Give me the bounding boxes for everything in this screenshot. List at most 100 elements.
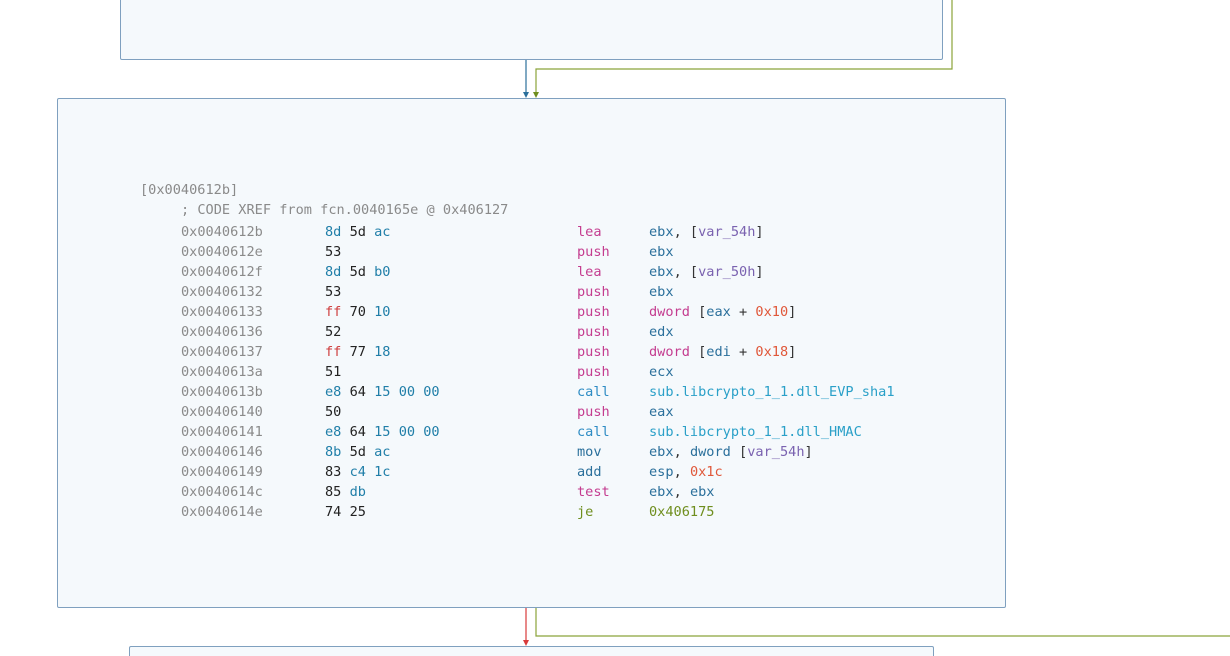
instruction-mnemonic: push <box>577 284 610 300</box>
operand-token: eax <box>649 404 674 420</box>
instruction-address: 0x00406149 <box>181 464 263 480</box>
instruction-address: 0x0040613a <box>181 364 263 380</box>
instruction-bytes: 74 25 <box>325 502 366 522</box>
instruction-address: 0x00406140 <box>181 404 263 420</box>
instruction-bytes: 53 <box>325 242 341 262</box>
opcode-byte: 00 <box>398 384 416 400</box>
instruction-operands: eax <box>649 402 674 422</box>
instruction-mnemonic: push <box>577 404 610 420</box>
opcode-byte: b0 <box>374 264 391 280</box>
opcode-byte: 8d <box>325 264 342 280</box>
instruction-mnemonic: call <box>577 384 610 400</box>
instruction-address: 0x0040612e <box>181 244 263 260</box>
instruction-bytes: 8b 5d ac <box>325 442 391 462</box>
instruction-operands: edx <box>649 322 674 342</box>
opcode-byte: 25 <box>349 504 366 520</box>
operand-token[interactable]: 0x406175 <box>649 504 714 520</box>
instruction-row[interactable]: 0x00406146 8b 5d ac mov ebx, dword [var_54h… <box>0 442 1000 462</box>
edge-false <box>523 608 529 646</box>
operand-token[interactable]: var_50h <box>698 264 755 280</box>
opcode-byte: 5d <box>349 264 366 280</box>
xref-comment: ; CODE XREF from fcn.0040165e @ 0x406127 <box>181 202 509 218</box>
instruction-mnemonic: lea <box>577 264 602 280</box>
instruction-bytes: e8 64 15 00 00 <box>325 382 440 402</box>
disassembly-listing: 0x0040612b 8d 5d ac lea ebx, [var_54h] 0x004… <box>0 222 1000 522</box>
operand-token: ebx <box>649 264 674 280</box>
opcode-byte: 18 <box>374 344 391 360</box>
opcode-byte: ac <box>374 444 391 460</box>
opcode-byte: ac <box>374 224 391 240</box>
instruction-address: 0x00406132 <box>181 284 263 300</box>
opcode-byte: db <box>349 484 366 500</box>
instruction-mnemonic: je <box>577 504 594 520</box>
instruction-address: 0x00406136 <box>181 324 263 340</box>
opcode-byte: 83 <box>325 464 342 480</box>
opcode-byte: 8b <box>325 444 342 460</box>
operand-token: ebx <box>649 244 674 260</box>
opcode-byte: 8d <box>325 224 342 240</box>
operand-token: esp <box>649 464 674 480</box>
edge-unconditional <box>523 60 529 98</box>
instruction-mnemonic: test <box>577 484 610 500</box>
instruction-row[interactable]: 0x0040614c 85 db test ebx, ebx <box>0 482 1000 502</box>
instruction-operands: 0x406175 <box>649 502 714 522</box>
instruction-row[interactable]: 0x00406149 83 c4 1c add esp, 0x1c <box>0 462 1000 482</box>
operand-token[interactable]: var_54h <box>747 444 804 460</box>
graph-node-next[interactable] <box>129 646 934 656</box>
instruction-operands: dword [edi + 0x18] <box>649 342 796 362</box>
instruction-mnemonic: push <box>577 344 610 360</box>
instruction-row[interactable]: 0x00406133 ff 70 10 push dword [eax + 0x10] <box>0 302 1000 322</box>
instruction-address: 0x0040612b <box>181 224 263 240</box>
instruction-operands: ebx, [var_50h] <box>649 262 764 282</box>
instruction-row[interactable]: 0x0040612e 53 push ebx <box>0 242 1000 262</box>
opcode-byte: c4 <box>349 464 366 480</box>
instruction-row[interactable]: 0x00406140 50 push eax <box>0 402 1000 422</box>
operand-token: dword <box>649 304 690 320</box>
opcode-byte: ff <box>325 344 342 360</box>
operand-token: ebx <box>649 444 674 460</box>
operand-token[interactable]: var_54h <box>698 224 755 240</box>
block-label: [0x0040612b] <box>140 182 239 198</box>
instruction-row[interactable]: 0x0040614e 74 25 je 0x406175 <box>0 502 1000 522</box>
instruction-bytes: 53 <box>325 282 341 302</box>
operand-token[interactable]: sub.libcrypto_1_1.dll_EVP_sha1 <box>649 384 895 400</box>
instruction-operands: dword [eax + 0x10] <box>649 302 796 322</box>
graph-node-previous[interactable] <box>120 0 943 60</box>
opcode-byte: 51 <box>325 364 342 380</box>
instruction-row[interactable]: 0x00406132 53 push ebx <box>0 282 1000 302</box>
operand-token: dword <box>649 344 690 360</box>
opcode-byte: 00 <box>423 424 440 440</box>
opcode-byte: 52 <box>325 324 342 340</box>
instruction-operands: ecx <box>649 362 674 382</box>
instruction-mnemonic: call <box>577 424 610 440</box>
operand-token: , [ <box>673 264 699 280</box>
instruction-operands: ebx <box>649 282 674 302</box>
instruction-bytes: 50 <box>325 402 341 422</box>
operand-token: dword <box>689 444 731 460</box>
operand-token: [ <box>689 344 707 360</box>
operand-token: ebx <box>649 224 674 240</box>
instruction-operands: ebx, ebx <box>649 482 715 502</box>
instruction-bytes: e8 64 15 00 00 <box>325 422 440 442</box>
instruction-bytes: 51 <box>325 362 341 382</box>
instruction-row[interactable]: 0x0040613a 51 push ecx <box>0 362 1000 382</box>
instruction-row[interactable]: 0x00406141 e8 64 15 00 00 call sub.libcrypt… <box>0 422 1000 442</box>
opcode-byte: 50 <box>325 404 342 420</box>
operand-token: , [ <box>673 224 699 240</box>
instruction-operands: sub.libcrypto_1_1.dll_EVP_sha1 <box>649 382 895 402</box>
operand-token: eax <box>706 304 731 320</box>
operand-token: 0x18 <box>755 344 789 360</box>
opcode-byte: 00 <box>398 424 416 440</box>
operand-token[interactable]: sub.libcrypto_1_1.dll_HMAC <box>649 424 862 440</box>
operand-token: [ <box>689 304 707 320</box>
instruction-bytes: ff 70 10 <box>325 302 391 322</box>
instruction-operands: ebx, dword [var_54h] <box>649 442 813 462</box>
instruction-operands: ebx <box>649 242 674 262</box>
instruction-row[interactable]: 0x0040612f 8d 5d b0 lea ebx, [var_50h] <box>0 262 1000 282</box>
instruction-row[interactable]: 0x0040612b 8d 5d ac lea ebx, [var_54h] <box>0 222 1000 242</box>
instruction-row[interactable]: 0x00406136 52 push edx <box>0 322 1000 342</box>
instruction-row[interactable]: 0x0040613b e8 64 15 00 00 call sub.libcrypt… <box>0 382 1000 402</box>
instruction-mnemonic: push <box>577 324 610 340</box>
opcode-byte: ff <box>325 304 342 320</box>
instruction-row[interactable]: 0x00406137 ff 77 18 push dword [edi + 0x18] <box>0 342 1000 362</box>
